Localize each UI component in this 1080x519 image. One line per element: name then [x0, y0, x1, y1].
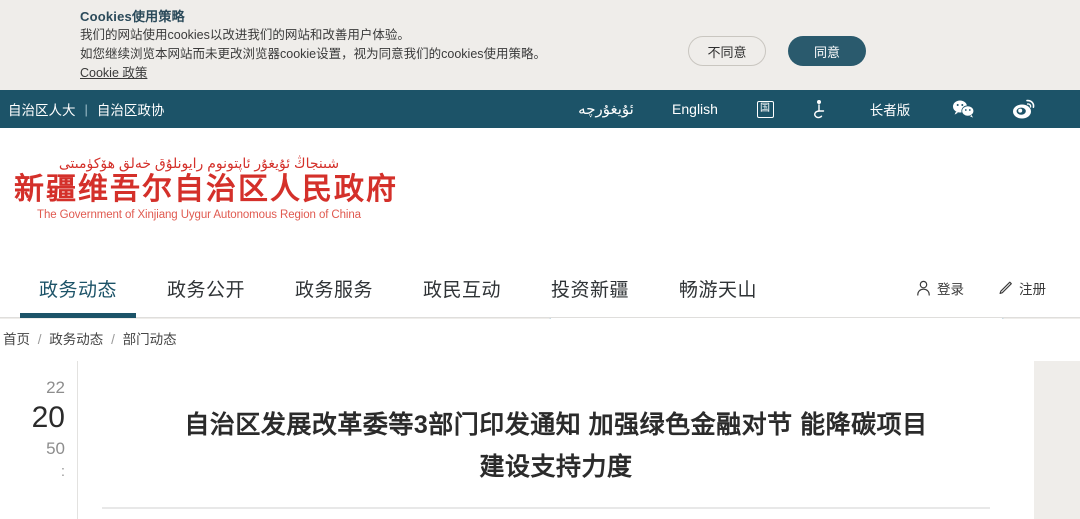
cookie-line-1: 我们的网站使用cookies以改进我们的网站和改善用户体验。	[80, 26, 640, 45]
cookie-title: Cookies使用策略	[80, 7, 640, 26]
login-label: 登录	[937, 278, 964, 298]
article-date-year: 22	[0, 377, 65, 399]
topbar-link-npc[interactable]: 自治区人大	[8, 99, 76, 119]
article-title-line-1: 自治区发展改革委等3部门印发通知 加强绿色金融对节	[184, 411, 792, 439]
logo-english-text: The Government of Xinjiang Uygur Autonom…	[14, 208, 384, 223]
breadcrumb-bar: 首页 / 政务动态 / 部门动态	[0, 319, 1080, 361]
site-logo[interactable]: شىنجاڭ ئۇيغۇر ئاپتونوم رايونلۇق خەلق ھۆك…	[14, 155, 384, 223]
wechat-glyph	[952, 99, 976, 119]
cookie-actions: 不同意 同意	[688, 36, 866, 66]
cookie-line-2: 如您继续浏览本网站而未更改浏览器cookie设置，视为同意我们的cookies使…	[80, 45, 640, 64]
breadcrumb-item-category[interactable]: 政务动态	[49, 332, 103, 347]
article-card: 22 20 50 : 自治区发展改革委等3部门印发通知 加强绿色金融对节 能降碳…	[0, 361, 1034, 519]
accessibility-icon[interactable]	[792, 90, 846, 128]
article-header: 自治区发展改革委等3部门印发通知 加强绿色金融对节 能降碳项目建设支持力度	[78, 361, 1034, 519]
weibo-icon[interactable]	[994, 90, 1054, 128]
weibo-glyph	[1012, 98, 1036, 120]
top-utility-bar: 自治区人大 | 自治区政协 ئۇيغۇرچە English 国 长者版	[0, 90, 1080, 128]
topbar-lang-english[interactable]: English	[652, 90, 738, 128]
nav-item-zhengwufuwu[interactable]: 政务服务	[270, 258, 398, 318]
article-date-sidebar: 22 20 50 :	[0, 361, 78, 519]
cookie-accept-button[interactable]: 同意	[788, 36, 866, 66]
content-stage: 22 20 50 : 自治区发展改革委等3部门印发通知 加强绿色金融对节 能降碳…	[0, 361, 1080, 519]
breadcrumb-item-subcategory[interactable]: 部门动态	[123, 332, 177, 347]
article-date-day: 20	[0, 399, 65, 437]
topbar-elder-version[interactable]: 长者版	[846, 90, 934, 128]
cookie-text-block: Cookies使用策略 我们的网站使用cookies以改进我们的网站和改善用户体…	[80, 7, 640, 83]
national-standard-icon[interactable]: 国	[738, 90, 792, 128]
topbar-link-cppcc[interactable]: 自治区政协	[97, 99, 165, 119]
article-date-extra: :	[0, 461, 65, 483]
page-title: 自治区发展改革委等3部门印发通知 加强绿色金融对节 能降碳项目建设支持力度	[176, 404, 936, 488]
wheelchair-glyph	[811, 99, 827, 119]
site-header: شىنجاڭ ئۇيغۇر ئاپتونوم رايونلۇق خەلق ھۆك…	[0, 128, 1080, 258]
nav-item-zhengwugongkai[interactable]: 政务公开	[142, 258, 270, 318]
breadcrumb-separator-2: /	[111, 332, 115, 347]
auth-links: 登录 注册	[916, 278, 1046, 298]
breadcrumb: 首页 / 政务动态 / 部门动态	[0, 319, 1080, 361]
topbar-right-items: ئۇيغۇرچە English 国 长者版	[560, 90, 1054, 128]
title-divider	[102, 507, 990, 509]
cookie-consent-banner: Cookies使用策略 我们的网站使用cookies以改进我们的网站和改善用户体…	[0, 0, 1080, 90]
nav-item-changyoutianshan[interactable]: 畅游天山	[654, 258, 782, 318]
login-link[interactable]: 登录	[916, 278, 964, 298]
nav-item-touzixinjiang[interactable]: 投资新疆	[526, 258, 654, 318]
topbar-separator: |	[85, 102, 88, 117]
topbar-lang-uyghur[interactable]: ئۇيغۇرچە	[560, 90, 652, 128]
article-date-time: 50	[0, 437, 65, 461]
register-label: 注册	[1019, 278, 1046, 298]
register-link[interactable]: 注册	[998, 278, 1046, 298]
cookie-decline-button[interactable]: 不同意	[688, 36, 766, 66]
user-icon	[916, 280, 931, 296]
breadcrumb-item-home[interactable]: 首页	[3, 332, 30, 347]
nav-item-zhengwudongtai[interactable]: 政务动态	[14, 258, 142, 318]
cookie-policy-link[interactable]: Cookie 政策	[80, 64, 147, 83]
logo-chinese-text: 新疆维吾尔自治区人民政府	[14, 172, 384, 208]
breadcrumb-separator-1: /	[38, 332, 42, 347]
national-standard-glyph: 国	[757, 101, 774, 118]
main-navigation: 政务动态 政务公开 政务服务 政民互动 投资新疆 畅游天山 登录 注册	[0, 258, 1080, 318]
wechat-icon[interactable]	[934, 90, 994, 128]
topbar-left-links: 自治区人大 | 自治区政协	[8, 99, 164, 119]
pencil-icon	[998, 280, 1013, 296]
logo-uyghur-text: شىنجاڭ ئۇيغۇر ئاپتونوم رايونلۇق خەلق ھۆك…	[14, 155, 384, 172]
nav-item-zhengminhudong[interactable]: 政民互动	[398, 258, 526, 318]
